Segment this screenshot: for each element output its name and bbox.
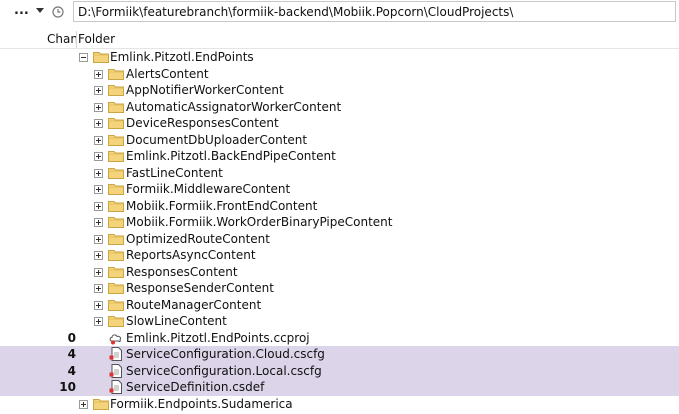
tree-item-label: FastLineContent — [126, 165, 223, 180]
path-input[interactable]: D:\Formiik\featurebranch\formiik-backend… — [73, 1, 676, 22]
tree-item-folder[interactable]: Formiik.Endpoints.Sudamerica — [0, 396, 679, 413]
definition-file-icon — [109, 380, 122, 394]
expand-icon[interactable] — [94, 102, 103, 112]
tree-item-folder[interactable]: Mobiik.Formiik.FrontEndContent — [0, 198, 679, 215]
tree-item-label: DeviceResponsesContent — [126, 116, 279, 130]
tree-item-label: AppNotifierWorkerContent — [126, 83, 284, 97]
tree-item-folder[interactable]: OptimizedRouteContent — [0, 231, 679, 248]
tree-item-folder[interactable]: SlowLineContent — [0, 313, 679, 330]
tree-item-folder[interactable]: AlertsContent — [0, 66, 679, 83]
expand-icon[interactable] — [94, 317, 103, 326]
change-count: 4 — [67, 347, 76, 361]
tree-item-file[interactable]: 4 ServiceConfiguration.Local.cscfg — [0, 362, 679, 379]
change-count: 10 — [59, 380, 76, 394]
tree-item-label: DocumentDbUploaderContent — [126, 132, 308, 147]
folder-icon — [108, 167, 124, 179]
tree-item-label: SlowLineContent — [126, 314, 227, 328]
config-file-icon — [109, 347, 122, 361]
folder-icon — [93, 398, 109, 410]
folder-icon — [108, 68, 124, 80]
tree-item-label: Emlink.Pitzotl.BackEndPipeContent — [126, 149, 336, 163]
changes-column-header[interactable]: Changes — [47, 32, 76, 46]
folder-icon — [108, 184, 124, 195]
cloud-project-icon — [109, 333, 122, 344]
tree-item-file[interactable]: 0 Emlink.Pitzotl.EndPoints.ccproj — [0, 330, 679, 347]
folder-icon — [108, 299, 124, 311]
tree-item-label: Formiik.Endpoints.Sudamerica — [110, 396, 293, 411]
folder-icon — [108, 118, 124, 129]
toolbar: ... D:\Formiik\featurebranch\formiik-bac… — [0, 0, 679, 27]
history-icon[interactable] — [52, 6, 64, 18]
tree-item-folder[interactable]: Emlink.Pitzotl.BackEndPipeContent — [0, 148, 679, 165]
collapse-icon[interactable] — [79, 53, 88, 62]
column-header: Changes Folder — [0, 31, 679, 49]
tree-item-label: OptimizedRouteContent — [126, 231, 270, 246]
tree-item-folder[interactable]: RouteManagerContent — [0, 297, 679, 314]
folder-icon — [108, 250, 124, 261]
expand-icon[interactable] — [94, 251, 103, 260]
tree-item-folder[interactable]: ResponseSenderContent — [0, 280, 679, 297]
tree-item-folder[interactable]: FastLineContent — [0, 165, 679, 182]
tree-item-label: Mobiik.Formiik.FrontEndContent — [126, 198, 318, 213]
folder-column-header[interactable]: Folder — [78, 32, 115, 46]
expand-icon[interactable] — [94, 284, 103, 293]
expand-icon[interactable] — [94, 185, 103, 194]
expand-icon[interactable] — [94, 135, 103, 145]
tree-item-file[interactable]: 4 ServiceConfiguration.Cloud.cscfg — [0, 346, 679, 363]
expand-icon[interactable] — [94, 201, 103, 211]
tree-item-folder[interactable]: AppNotifierWorkerContent — [0, 82, 679, 99]
expand-icon[interactable] — [94, 300, 103, 310]
tree-item-label: ServiceDefinition.csdef — [126, 380, 265, 394]
expand-icon[interactable] — [94, 234, 103, 244]
tree-item-label: AlertsContent — [126, 66, 209, 81]
tree-item-folder[interactable]: ResponsesContent — [0, 264, 679, 281]
expand-icon[interactable] — [94, 168, 103, 178]
tree-item-folder[interactable]: AutomaticAssignatorWorkerContent — [0, 99, 679, 116]
more-button[interactable]: ... — [14, 3, 29, 18]
tree-item-folder[interactable]: Formiik.MiddlewareContent — [0, 181, 679, 198]
tree-item-label: ResponsesContent — [126, 264, 238, 279]
change-count: 4 — [67, 363, 76, 378]
expand-icon[interactable] — [94, 119, 103, 128]
tree-item-label: Mobiik.Formiik.WorkOrderBinaryPipeConten… — [126, 215, 393, 229]
folder-icon — [108, 266, 124, 278]
tree-item-folder[interactable]: Mobiik.Formiik.WorkOrderBinaryPipeConten… — [0, 214, 679, 231]
tree-item-label: RouteManagerContent — [126, 297, 262, 312]
expand-icon[interactable] — [94, 218, 103, 227]
tree-item-root[interactable]: Emlink.Pitzotl.EndPoints — [0, 49, 679, 66]
folder-icon — [93, 52, 109, 63]
tree-item-folder[interactable]: DeviceResponsesContent — [0, 115, 679, 132]
tree-item-folder[interactable]: DocumentDbUploaderContent — [0, 132, 679, 149]
folder-icon — [108, 101, 124, 113]
path-text: D:\Formiik\featurebranch\formiik-backend… — [78, 5, 514, 19]
chevron-down-icon[interactable] — [36, 8, 44, 13]
folder-icon — [108, 134, 124, 146]
tree-item-label: ReportsAsyncContent — [126, 248, 256, 262]
tree-item-label: ServiceConfiguration.Local.cscfg — [126, 363, 322, 378]
tree-item-label: ServiceConfiguration.Cloud.cscfg — [126, 347, 325, 361]
folder-icon — [108, 217, 124, 228]
change-count: 0 — [67, 330, 76, 345]
expand-icon[interactable] — [94, 69, 103, 79]
folder-icon — [108, 233, 124, 245]
tree-item-label: Emlink.Pitzotl.EndPoints — [110, 50, 254, 64]
column-divider[interactable] — [76, 31, 77, 48]
folder-icon — [108, 85, 124, 96]
tree-item-label: ResponseSenderContent — [126, 281, 274, 295]
expand-icon[interactable] — [94, 86, 103, 95]
tree-item-label: Formiik.MiddlewareContent — [126, 182, 291, 196]
tree-item-label: Emlink.Pitzotl.EndPoints.ccproj — [126, 330, 310, 345]
tree-item-file[interactable]: 10 ServiceDefinition.csdef — [0, 379, 679, 396]
expand-icon[interactable] — [79, 399, 88, 409]
expand-icon[interactable] — [94, 267, 103, 277]
config-file-icon — [109, 363, 122, 378]
tree-item-folder[interactable]: ReportsAsyncContent — [0, 247, 679, 264]
folder-icon — [108, 200, 124, 212]
expand-icon[interactable] — [94, 152, 103, 161]
tree-item-label: AutomaticAssignatorWorkerContent — [126, 99, 342, 114]
folder-icon — [108, 151, 124, 162]
folder-icon — [108, 283, 124, 294]
folder-icon — [108, 316, 124, 327]
